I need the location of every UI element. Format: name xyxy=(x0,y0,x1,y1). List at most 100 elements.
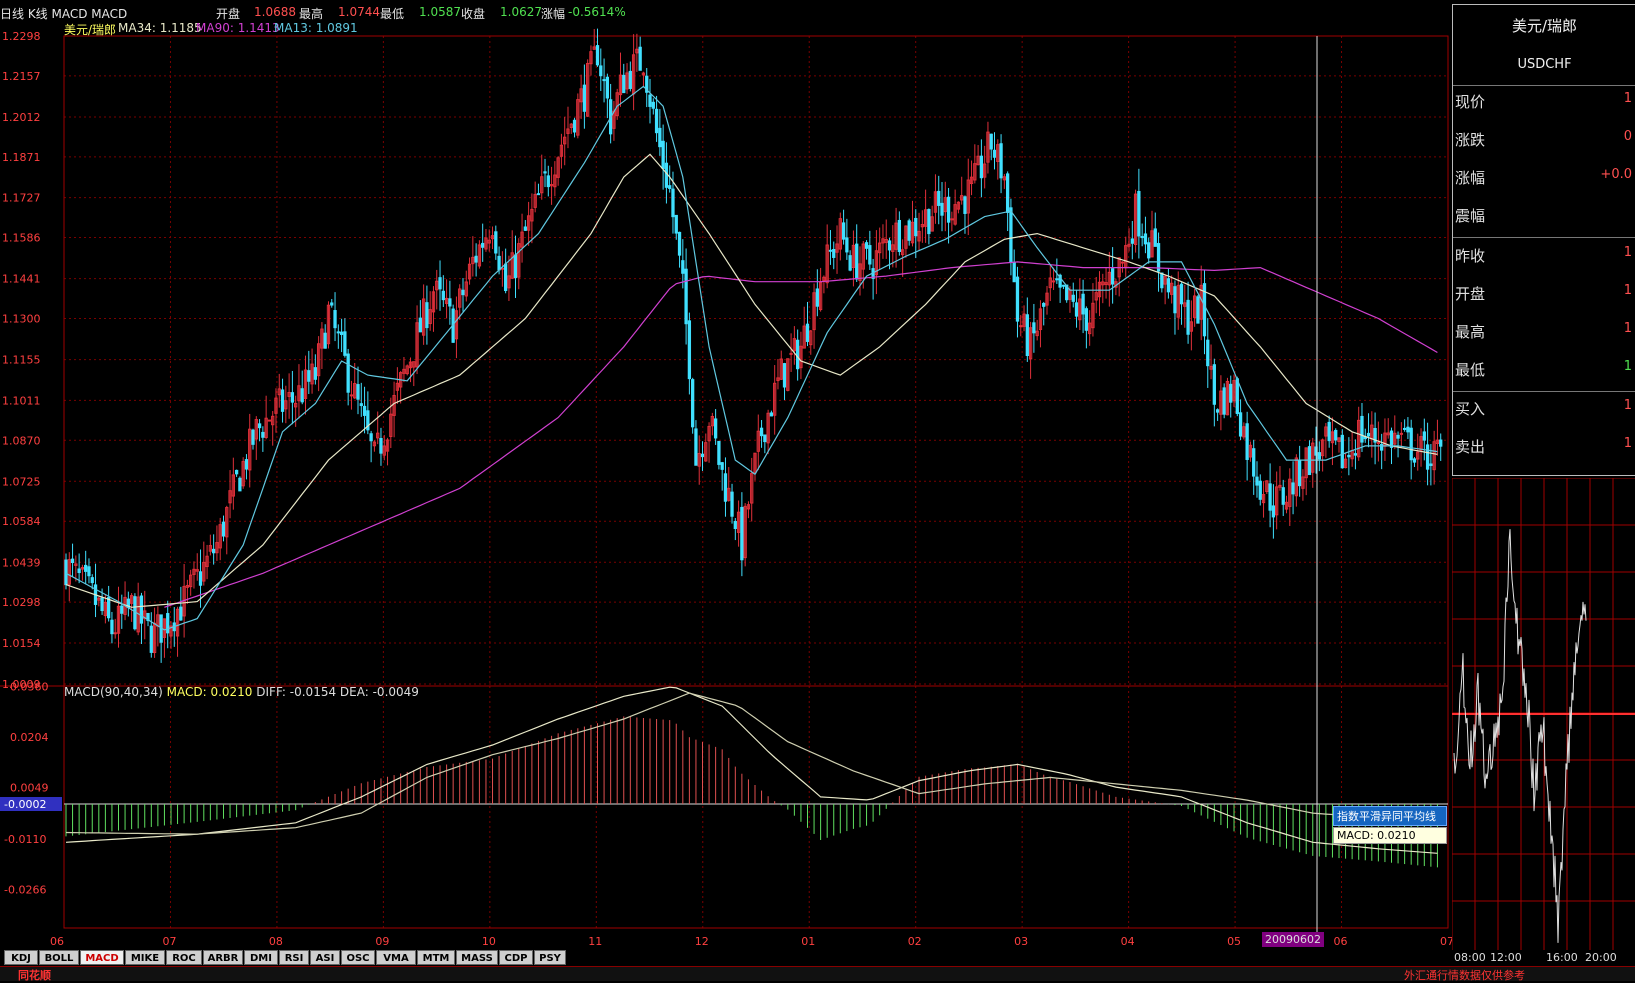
candle-body xyxy=(179,606,183,621)
candle-body xyxy=(1084,308,1089,331)
candle-body xyxy=(1140,236,1144,239)
y-tick-label: 1.2012 xyxy=(2,111,41,124)
tab-boll[interactable]: BOLL xyxy=(39,950,79,965)
candle-body xyxy=(1389,430,1394,448)
x-tick-label: 03 xyxy=(1014,935,1028,948)
candle-body xyxy=(64,559,68,586)
candle-body xyxy=(677,231,682,256)
x-tick-label: 12 xyxy=(695,935,709,948)
dea-line xyxy=(65,692,1438,835)
chart-canvas[interactable]: 1.2298 1.2157 1.2012 1.1871 1.1727 1.1586 1.14… xyxy=(0,0,1452,950)
x-tick-label: 08 xyxy=(269,935,283,948)
candle-body xyxy=(1252,448,1256,477)
tab-mtm[interactable]: MTM xyxy=(417,950,455,965)
moving-averages xyxy=(65,85,1438,631)
tab-roc[interactable]: ROC xyxy=(166,950,202,965)
tab-kdj[interactable]: KDJ xyxy=(4,950,38,965)
tab-psy[interactable]: PSY xyxy=(534,950,566,965)
tab-rsi[interactable]: RSI xyxy=(279,950,309,965)
y-tick-label: 1.1300 xyxy=(2,313,41,326)
candle-body xyxy=(661,140,665,169)
y-tick-label: 1.0298 xyxy=(2,596,41,609)
candle-body xyxy=(1143,233,1148,245)
candle-body xyxy=(1055,278,1059,281)
quote-row: 现价 1 xyxy=(1453,83,1635,119)
candle-body xyxy=(864,242,869,249)
candle-body xyxy=(805,323,810,342)
tab-osc[interactable]: OSC xyxy=(341,950,375,965)
tab-vma[interactable]: VMA xyxy=(376,950,416,965)
candle-body xyxy=(946,196,951,223)
quote-value: 1 xyxy=(1623,436,1632,451)
candle-body xyxy=(1009,207,1013,263)
tab-cdp[interactable]: CDP xyxy=(499,950,533,965)
candle-body xyxy=(1439,439,1443,447)
candle-body xyxy=(1032,322,1036,334)
tab-macd[interactable]: MACD xyxy=(80,950,124,965)
candle-body xyxy=(759,427,764,437)
tab-mike[interactable]: MIKE xyxy=(125,950,165,965)
candle-body xyxy=(1255,476,1259,486)
quote-label: 最高 xyxy=(1455,323,1486,341)
candle-body xyxy=(733,521,737,530)
price-axis: 1.2298 1.2157 1.2012 1.1871 1.1727 1.1586 1.14… xyxy=(2,30,41,691)
candle-body xyxy=(300,388,304,403)
candle-body xyxy=(1422,431,1426,441)
x-tick-label: 11 xyxy=(588,935,602,948)
quote-label: 最低 xyxy=(1455,361,1486,379)
quote-label: 开盘 xyxy=(1455,285,1486,303)
candle-body xyxy=(691,379,695,428)
candle-body xyxy=(1258,480,1262,500)
y-tick-label: 1.2157 xyxy=(2,70,41,83)
tab-mass[interactable]: MASS xyxy=(456,950,498,965)
candle-body xyxy=(763,434,767,443)
candle-body xyxy=(1229,383,1233,403)
candle-body xyxy=(671,188,675,218)
candle-body xyxy=(267,419,272,422)
candle-body xyxy=(937,190,941,206)
candle-body xyxy=(84,564,88,572)
candle-body xyxy=(668,185,672,189)
status-bar: 同花顺 外汇通行情数据仅供参考 xyxy=(0,966,1635,982)
candle-body xyxy=(1156,243,1161,272)
macd-lines xyxy=(65,686,1438,854)
tab-dmi[interactable]: DMI xyxy=(244,950,278,965)
macd-histogram xyxy=(65,716,1438,868)
quote-row: 涨跌 0 xyxy=(1453,121,1635,157)
candle-body xyxy=(1399,432,1403,435)
candle-body xyxy=(638,46,642,71)
candle-body xyxy=(963,196,967,214)
tab-asi[interactable]: ASI xyxy=(310,950,340,965)
candle-body xyxy=(1196,296,1200,324)
candle-body xyxy=(90,577,94,584)
candle-body xyxy=(841,222,846,240)
y-tick-label: 1.1155 xyxy=(2,354,41,367)
candle-body xyxy=(494,231,498,254)
candle-body xyxy=(349,394,354,397)
candle-body xyxy=(1179,283,1184,305)
candle-body xyxy=(887,240,892,251)
candle-body xyxy=(1215,409,1220,413)
candle-body xyxy=(1061,284,1066,287)
quote-value: 0 xyxy=(1623,129,1632,144)
quote-row: 涨幅 +0.0 xyxy=(1453,159,1635,195)
candle-body xyxy=(543,171,547,174)
intraday-chart[interactable] xyxy=(1452,478,1635,950)
tab-arbr[interactable]: ARBR xyxy=(203,950,243,965)
candle-body xyxy=(1291,482,1295,495)
candle-body xyxy=(513,254,518,279)
quote-panel: 美元/瑞郎 USDCHF 现价 1 涨跌 0 涨幅 +0.0 震幅 昨收 1 开盘 1 最高 1 最低 1 买… xyxy=(1452,4,1635,476)
candle-body xyxy=(346,353,350,393)
diff-line xyxy=(65,686,1438,854)
candle-body xyxy=(1166,278,1171,293)
x-tick-label: 06 xyxy=(50,935,64,948)
x-tick-label: 10 xyxy=(482,935,496,948)
candle-body xyxy=(713,418,718,439)
candle-body xyxy=(1160,272,1164,289)
candle-body xyxy=(359,403,363,407)
disclaimer: 外汇通行情数据仅供参考 xyxy=(1404,969,1525,982)
candle-body xyxy=(1212,364,1216,405)
quote-label: 买入 xyxy=(1455,400,1486,418)
candle-body xyxy=(940,202,944,216)
candle-body xyxy=(1235,378,1239,415)
